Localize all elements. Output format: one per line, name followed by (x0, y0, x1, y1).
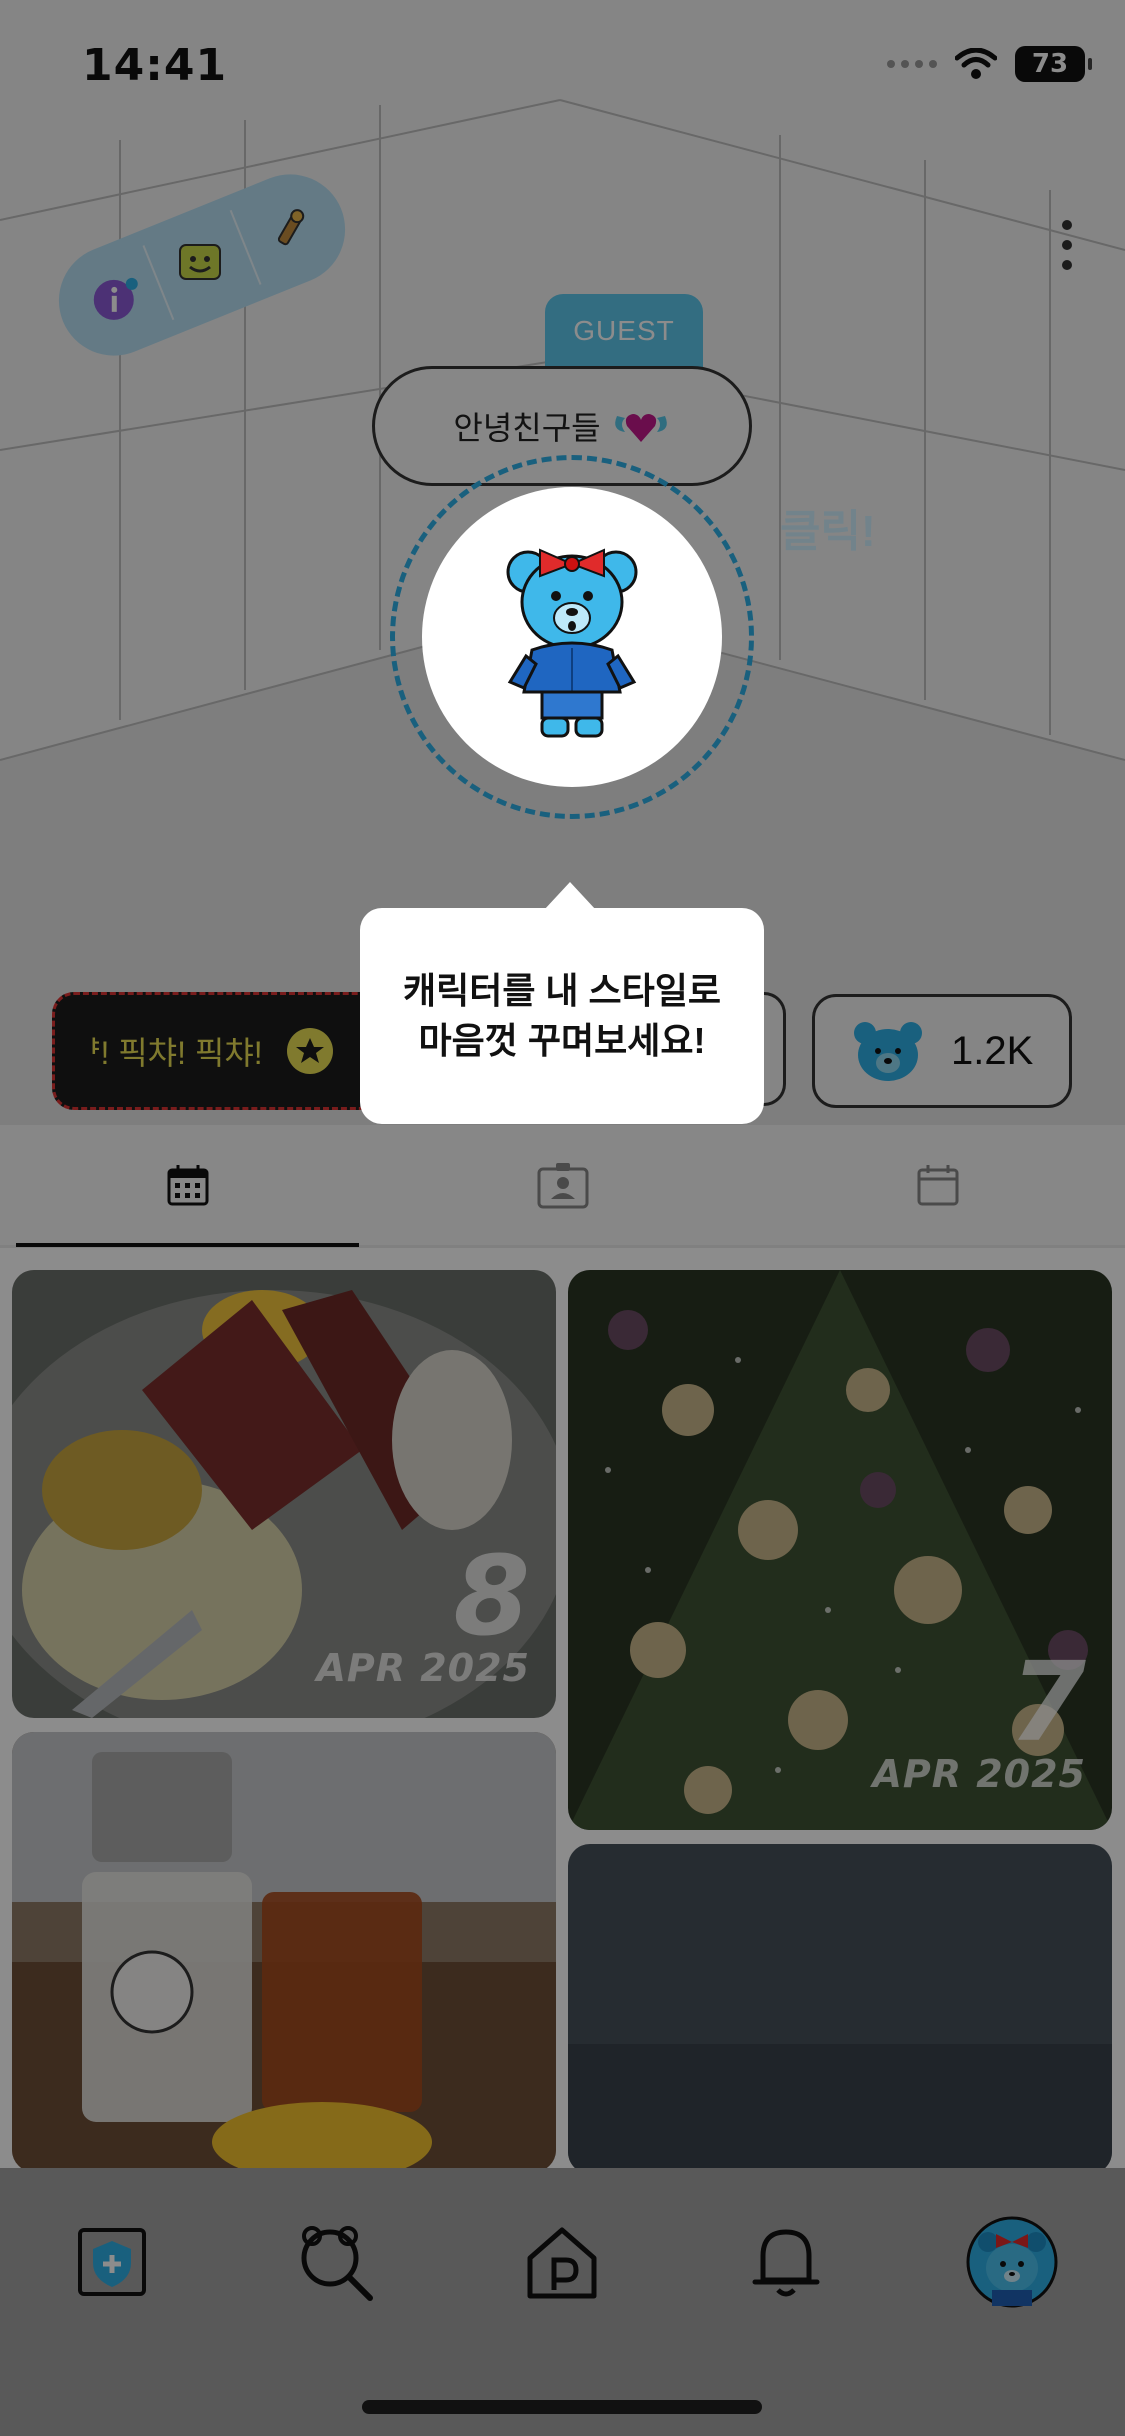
status-bar: 14:41 73 (0, 0, 1125, 140)
pencil-tool-icon[interactable] (260, 202, 316, 258)
content-tabs (0, 1125, 1125, 1247)
more-options-icon[interactable] (1059, 220, 1075, 270)
click-hint: 클릭! (780, 507, 876, 556)
smile-chat-icon[interactable] (174, 237, 230, 293)
bottom-navigation (0, 2168, 1125, 2436)
nav-home[interactable] (516, 2216, 608, 2308)
post-grid: 8 APR 2025 7 APR 2025 (0, 1248, 1125, 2168)
calendar-icon (917, 1165, 958, 1206)
bear-face-icon (854, 1022, 922, 1081)
wifi-icon (955, 48, 997, 79)
post-day: 8 (453, 1532, 530, 1660)
bear-count: 1.2K (951, 1028, 1034, 1073)
post-card[interactable]: 7 APR 2025 (568, 1270, 1112, 1830)
guest-badge: GUEST (545, 294, 703, 368)
calendar-tab[interactable] (750, 1125, 1125, 1245)
ticker-banner[interactable]: ᅣ! 픽챠! 픽챠! (52, 992, 382, 1110)
battery-level: 73 (1031, 49, 1069, 79)
home-indicator[interactable] (362, 2400, 762, 2414)
add-shield-icon (78, 2228, 146, 2296)
post-month: APR 2025 (316, 1646, 530, 1690)
star-icon (286, 1028, 333, 1074)
character-avatar[interactable] (422, 487, 722, 787)
post-card[interactable] (568, 1844, 1112, 2168)
profile-card-tab[interactable] (375, 1125, 750, 1245)
ticker-text: ᅣ! 픽챠! 픽챠! (71, 1035, 263, 1071)
id-card-icon (537, 1163, 588, 1209)
battery-icon: 73 (1015, 46, 1092, 82)
post-card[interactable]: 8 APR 2025 (12, 1270, 556, 1718)
post-photo-drinks (12, 1732, 556, 2168)
bell-icon (752, 2229, 820, 2297)
bear-follow-stat[interactable]: 1.2K (812, 994, 1072, 1108)
nav-search[interactable] (290, 2216, 382, 2308)
status-time: 14:41 (82, 40, 228, 91)
pill-divider (142, 244, 175, 320)
post-card[interactable] (12, 1732, 556, 2168)
info-bubble-icon[interactable] (88, 272, 144, 328)
post-day: 7 (1009, 1638, 1086, 1766)
coachmark-tooltip[interactable]: 캐릭터를 내 스타일로 마음껏 꾸며보세요! (360, 882, 764, 1124)
bear-avatar-icon (966, 2216, 1058, 2308)
cellular-signal-icon (887, 60, 937, 68)
nav-notifications[interactable] (740, 2216, 832, 2308)
bear-character-icon (506, 548, 638, 738)
bear-search-icon (301, 2226, 373, 2301)
calendar-grid-tab[interactable] (0, 1125, 375, 1247)
pill-divider (229, 210, 262, 286)
post-month: APR 2025 (872, 1752, 1086, 1796)
calendar-grid-icon (167, 1165, 208, 1206)
home-p-icon (527, 2227, 597, 2299)
nav-add-post[interactable] (66, 2216, 158, 2308)
winged-heart-icon (614, 414, 667, 442)
tooltip-text: 캐릭터를 내 스타일로 마음껏 꾸며보세요! (402, 970, 722, 1061)
nav-my-profile[interactable] (966, 2216, 1058, 2308)
post-photo-night-sky (568, 1844, 1112, 2168)
greeting-text: 안녕친구들 (453, 410, 601, 446)
